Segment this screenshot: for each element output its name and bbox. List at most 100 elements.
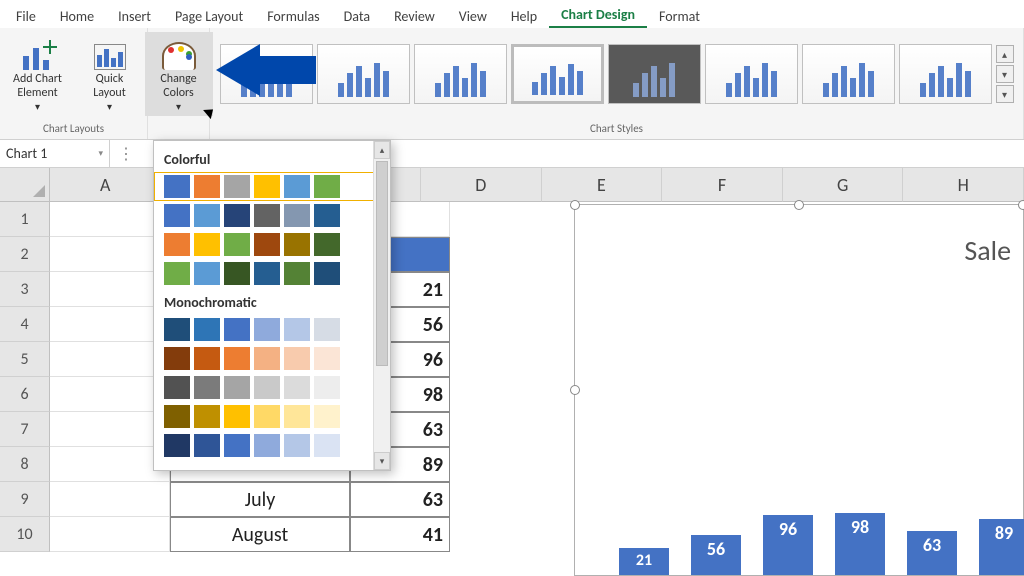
tab-data[interactable]: Data xyxy=(332,4,382,28)
color-swatch xyxy=(164,434,190,457)
chart-style-6[interactable] xyxy=(705,44,798,104)
color-swatch xyxy=(314,434,340,457)
tab-insert[interactable]: Insert xyxy=(106,4,163,28)
row-header[interactable]: 3 xyxy=(0,272,50,307)
row-header[interactable]: 4 xyxy=(0,307,50,342)
color-scheme-option[interactable] xyxy=(154,230,390,259)
tab-chart-design[interactable]: Chart Design xyxy=(549,2,647,28)
tab-view[interactable]: View xyxy=(447,4,499,28)
color-swatch xyxy=(314,318,340,341)
color-swatch xyxy=(224,434,250,457)
color-swatch xyxy=(284,405,310,428)
color-swatch xyxy=(224,405,250,428)
color-swatch xyxy=(224,347,250,370)
col-header[interactable]: A xyxy=(50,168,161,202)
section-monochromatic: Monochromatic xyxy=(154,288,390,315)
col-header[interactable]: G xyxy=(783,168,904,202)
tab-help[interactable]: Help xyxy=(499,4,549,28)
color-scheme-option[interactable] xyxy=(154,344,390,373)
tab-format[interactable]: Format xyxy=(647,4,712,28)
col-header[interactable]: H xyxy=(903,168,1024,202)
color-scheme-option[interactable] xyxy=(154,172,390,201)
embedded-chart[interactable]: Sale 21 56 96 98 63 89 xyxy=(574,204,1024,576)
chart-styles-scroll: ▴ ▾ ▾ xyxy=(996,45,1014,103)
row-header[interactable]: 9 xyxy=(0,482,50,517)
color-swatch xyxy=(194,434,220,457)
chart-title[interactable]: Sale xyxy=(964,233,1011,268)
color-scheme-option[interactable] xyxy=(154,402,390,431)
tab-home[interactable]: Home xyxy=(48,4,106,28)
change-colors-dropdown: Colorful Monochromatic ▴ ▾ xyxy=(153,140,391,471)
color-scheme-option[interactable] xyxy=(154,315,390,344)
annotation-arrow xyxy=(216,44,316,96)
color-swatch xyxy=(314,376,340,399)
dropdown-scrollbar: ▴ ▾ xyxy=(373,141,390,470)
color-swatch xyxy=(164,175,190,198)
col-header[interactable]: E xyxy=(542,168,663,202)
styles-scroll-up[interactable]: ▴ xyxy=(996,45,1014,63)
section-colorful: Colorful xyxy=(154,145,390,172)
row-header[interactable]: 1 xyxy=(0,202,50,237)
color-swatch xyxy=(194,318,220,341)
color-swatch xyxy=(224,318,250,341)
add-chart-element-button[interactable]: Add Chart Element xyxy=(4,32,72,116)
color-swatch xyxy=(194,175,220,198)
col-header[interactable]: D xyxy=(421,168,542,202)
row-header[interactable]: 6 xyxy=(0,377,50,412)
color-swatch xyxy=(284,262,310,285)
change-colors-button[interactable]: Change Colors xyxy=(145,32,213,116)
color-swatch xyxy=(314,347,340,370)
color-swatch xyxy=(254,376,280,399)
color-swatch xyxy=(194,262,220,285)
tab-formulas[interactable]: Formulas xyxy=(255,4,331,28)
tab-page-layout[interactable]: Page Layout xyxy=(163,4,255,28)
quick-layout-button[interactable]: Quick Layout xyxy=(76,32,144,116)
color-swatch xyxy=(164,204,190,227)
chart-style-3[interactable] xyxy=(414,44,507,104)
color-scheme-option[interactable] xyxy=(154,201,390,230)
row-header[interactable]: 2 xyxy=(0,237,50,272)
chart-style-7[interactable] xyxy=(802,44,895,104)
color-swatch xyxy=(254,175,280,198)
color-swatch xyxy=(254,318,280,341)
color-scheme-option[interactable] xyxy=(154,431,390,460)
tab-file[interactable]: File xyxy=(4,4,48,28)
chart-styles-gallery: ▴ ▾ ▾ xyxy=(216,28,1018,120)
tab-review[interactable]: Review xyxy=(382,4,447,28)
styles-scroll-more[interactable]: ▾ xyxy=(996,85,1014,103)
scroll-down-button[interactable]: ▾ xyxy=(374,452,390,470)
mouse-cursor-icon xyxy=(204,104,216,120)
row-header[interactable]: 7 xyxy=(0,412,50,447)
chart-style-5[interactable] xyxy=(608,44,701,104)
color-swatch xyxy=(284,434,310,457)
color-swatch xyxy=(194,376,220,399)
chart-style-4[interactable] xyxy=(511,44,604,104)
color-swatch xyxy=(314,175,340,198)
chart-style-2[interactable] xyxy=(317,44,410,104)
chart-style-8[interactable] xyxy=(899,44,992,104)
color-swatch xyxy=(164,376,190,399)
color-swatch xyxy=(284,376,310,399)
color-swatch xyxy=(284,175,310,198)
ribbon: Add Chart Element Quick Layout Chart Lay… xyxy=(0,28,1024,140)
color-swatch xyxy=(254,347,280,370)
color-swatch xyxy=(284,204,310,227)
ribbon-tabs: File Home Insert Page Layout Formulas Da… xyxy=(0,0,1024,28)
row-header[interactable]: 10 xyxy=(0,517,50,552)
color-scheme-option[interactable] xyxy=(154,259,390,288)
row-header[interactable]: 8 xyxy=(0,447,50,482)
color-swatch xyxy=(194,405,220,428)
group-label-styles: Chart Styles xyxy=(590,120,643,139)
color-scheme-option[interactable] xyxy=(154,373,390,402)
color-swatch xyxy=(224,204,250,227)
color-swatch xyxy=(224,376,250,399)
name-box[interactable]: Chart 1 xyxy=(0,140,110,167)
scroll-thumb[interactable] xyxy=(376,161,388,366)
select-all-corner[interactable] xyxy=(0,168,50,202)
col-header[interactable]: F xyxy=(662,168,783,202)
row-header[interactable]: 5 xyxy=(0,342,50,377)
color-swatch xyxy=(314,233,340,256)
color-swatch xyxy=(314,262,340,285)
styles-scroll-down[interactable]: ▾ xyxy=(996,65,1014,83)
scroll-up-button[interactable]: ▴ xyxy=(374,141,390,159)
